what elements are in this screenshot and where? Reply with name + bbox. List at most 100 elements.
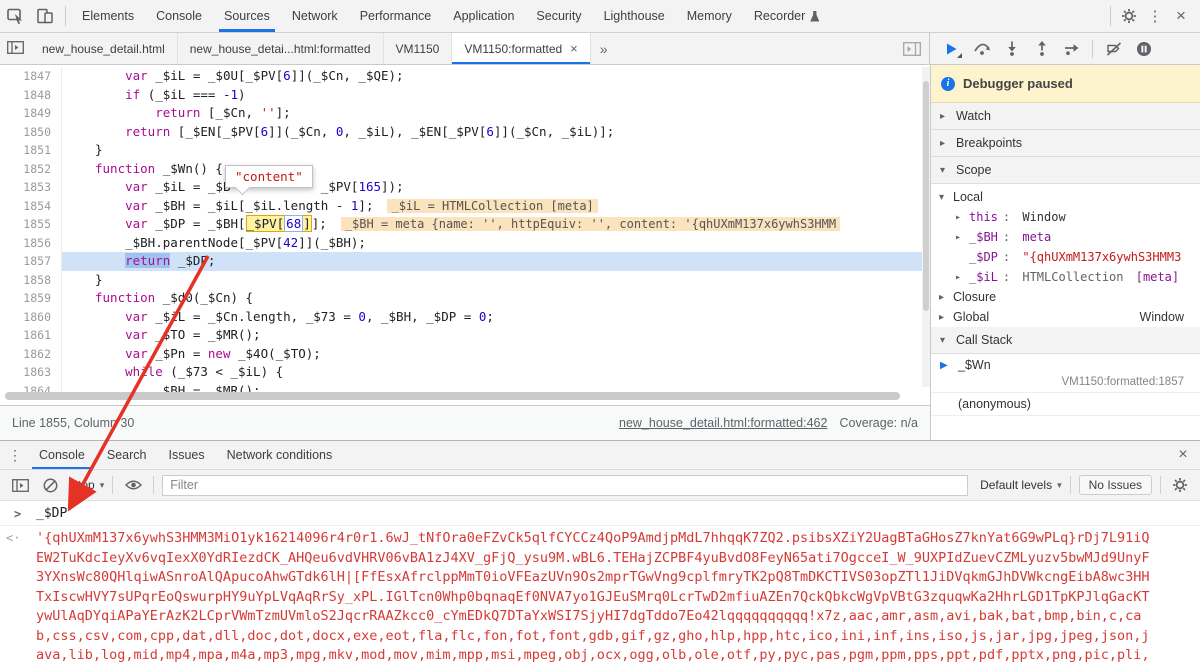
close-devtools-icon[interactable]: × xyxy=(1168,3,1194,29)
file-tab-new-house-detai-html-formatted[interactable]: new_house_detai...html:formatted xyxy=(178,33,384,64)
console-settings-gear-icon[interactable] xyxy=(1169,472,1191,498)
code-line-text[interactable]: return [_$EN[_$PV[6]](_$Cn, 0, _$iL), _$… xyxy=(62,123,930,142)
scope-group-closure[interactable]: ▸ Closure xyxy=(931,287,1200,307)
scope-var-this[interactable]: ▸ this: Window xyxy=(931,207,1200,227)
line-number[interactable]: 1850 xyxy=(0,122,62,141)
line-number[interactable]: 1860 xyxy=(0,307,62,326)
live-expression-eye-icon[interactable] xyxy=(121,472,145,498)
line-number[interactable]: 1853 xyxy=(0,178,62,197)
main-tab-elements[interactable]: Elements xyxy=(71,0,145,32)
line-number[interactable]: 1856 xyxy=(0,233,62,252)
code-line-text[interactable]: } xyxy=(62,271,930,290)
inspect-element-icon[interactable] xyxy=(0,2,30,30)
step-over-icon[interactable] xyxy=(968,36,995,62)
code-line-text[interactable]: return [_$Cn, '']; xyxy=(62,104,930,123)
console-result-row[interactable]: <· '{qhUXmM137x6ywhS3HMM3MiO1yk16214096r… xyxy=(0,526,1200,667)
main-tab-performance[interactable]: Performance xyxy=(349,0,443,32)
code-line-text[interactable]: function _$d0(_$Cn) { xyxy=(62,289,930,308)
line-number[interactable]: 1852 xyxy=(0,159,62,178)
caret-right-icon: ▸ xyxy=(940,110,946,122)
scope-var-bh[interactable]: ▸ _$BH: meta xyxy=(931,227,1200,247)
line-number[interactable]: 1855 xyxy=(0,215,62,234)
code-line-text[interactable]: var _$Pn = new _$4O(_$TO); xyxy=(62,345,930,364)
line-number[interactable]: 1848 xyxy=(0,85,62,104)
line-number[interactable]: 1858 xyxy=(0,270,62,289)
main-tab-security[interactable]: Security xyxy=(525,0,592,32)
toggle-navigator-icon[interactable] xyxy=(0,33,30,61)
tab-overflow-icon[interactable]: » xyxy=(591,33,617,64)
settings-gear-icon[interactable] xyxy=(1116,3,1142,29)
issues-counter[interactable]: No Issues xyxy=(1078,475,1152,495)
editor-horizontal-scrollbar[interactable] xyxy=(5,392,900,400)
main-tab-console[interactable]: Console xyxy=(145,0,213,32)
scope-var-il[interactable]: ▸ _$iL: HTMLCollection [meta] xyxy=(931,267,1200,287)
editor-vertical-scrollbar[interactable] xyxy=(922,67,930,387)
close-drawer-icon[interactable]: × xyxy=(1168,441,1198,469)
code-line-text[interactable]: var _$BH = _$iL[_$iL.length - 1]; _$iL = … xyxy=(62,197,930,216)
drawer-tab-search[interactable]: Search xyxy=(96,441,158,469)
filter-input[interactable] xyxy=(162,474,969,496)
section-watch[interactable]: ▸ Watch xyxy=(931,103,1200,130)
call-stack-frame-anonymous[interactable]: (anonymous) xyxy=(931,393,1200,416)
main-tab-sources[interactable]: Sources xyxy=(213,0,281,32)
code-line-text[interactable]: } xyxy=(62,141,930,160)
step-out-icon[interactable] xyxy=(1028,36,1055,62)
line-number[interactable]: 1847 xyxy=(0,67,62,86)
code-lines[interactable]: 1847 var _$iL = _$0U[_$PV[6]](_$Cn, _$QE… xyxy=(0,65,930,400)
section-scope[interactable]: ▾ Scope xyxy=(931,157,1200,184)
pause-on-exceptions-icon[interactable] xyxy=(1130,36,1157,62)
tab-close-icon[interactable]: × xyxy=(570,41,578,56)
scope-var-dp[interactable]: _$DP: "{qhUXmM137x6ywhS3HMM3 xyxy=(931,247,1200,267)
device-toolbar-icon[interactable] xyxy=(30,2,60,30)
code-line-text[interactable]: return _$DP; xyxy=(62,252,930,271)
caret-right-icon: ▸ xyxy=(939,311,945,323)
scope-group-global[interactable]: ▸ Global Window xyxy=(931,307,1200,327)
main-tab-lighthouse[interactable]: Lighthouse xyxy=(593,0,676,32)
step-icon[interactable] xyxy=(1058,36,1085,62)
code-line-text[interactable]: if (_$iL === -1) xyxy=(62,86,930,105)
step-into-icon[interactable] xyxy=(998,36,1025,62)
code-line-text[interactable]: var _$TO = _$MR(); xyxy=(62,326,930,345)
main-tab-label: Application xyxy=(453,9,515,23)
drawer-menu-icon[interactable]: ⋮ xyxy=(2,441,28,469)
line-number[interactable]: 1857 xyxy=(0,252,62,271)
drawer-tab-network-conditions[interactable]: Network conditions xyxy=(216,441,344,469)
file-tab-new-house-detail-html[interactable]: new_house_detail.html xyxy=(30,33,178,64)
main-tab-memory[interactable]: Memory xyxy=(676,0,743,32)
drawer-tab-issues[interactable]: Issues xyxy=(157,441,215,469)
line-number[interactable]: 1849 xyxy=(0,104,62,123)
line-number[interactable]: 1863 xyxy=(0,363,62,382)
code-line-text[interactable]: while (_$73 < _$iL) { xyxy=(62,363,930,382)
file-tab-vm1150-formatted[interactable]: VM1150:formatted × xyxy=(452,33,591,64)
code-line-text[interactable]: _$BH.parentNode[_$PV[42]](_$BH); xyxy=(62,234,930,253)
code-line-text[interactable]: function _$Wn() { xyxy=(62,160,930,179)
context-selector[interactable]: top ▾ xyxy=(78,478,104,492)
line-number[interactable]: 1851 xyxy=(0,141,62,160)
line-number[interactable]: 1862 xyxy=(0,344,62,363)
deactivate-breakpoints-icon[interactable] xyxy=(1100,36,1127,62)
file-tab-vm1150[interactable]: VM1150 xyxy=(384,33,453,64)
code-line-text[interactable]: var _$DP = _$BH[_$PV[68]]; _$BH = meta {n… xyxy=(62,215,930,234)
code-line-text[interactable]: var _$iL = _$Cn.length, _$73 = 0, _$BH, … xyxy=(62,308,930,327)
scope-group-local[interactable]: ▾ Local xyxy=(931,187,1200,207)
line-number[interactable]: 1859 xyxy=(0,289,62,308)
clear-console-icon[interactable] xyxy=(39,472,61,498)
main-tab-network[interactable]: Network xyxy=(281,0,349,32)
section-call-stack[interactable]: ▾ Call Stack xyxy=(931,327,1200,354)
line-number[interactable]: 1854 xyxy=(0,196,62,215)
toggle-debugger-sidebar-icon[interactable] xyxy=(903,33,929,64)
code-line-text[interactable]: var _$iL = _$B _$PV[165]); xyxy=(62,178,930,197)
main-tab-recorder[interactable]: Recorder xyxy=(743,0,830,32)
paused-location-link[interactable]: new_house_detail.html:formatted:462 xyxy=(619,416,827,430)
log-levels-selector[interactable]: Default levels ▾ xyxy=(980,478,1062,492)
main-tab-application[interactable]: Application xyxy=(442,0,525,32)
resume-script-icon[interactable] xyxy=(938,36,965,62)
call-stack-frame-wn[interactable]: ▶ _$Wn VM1150:formatted:1857 xyxy=(931,354,1200,393)
section-breakpoints[interactable]: ▸ Breakpoints xyxy=(931,130,1200,157)
more-options-icon[interactable]: ⋮ xyxy=(1142,3,1168,29)
code-line-text[interactable]: var _$iL = _$0U[_$PV[6]](_$Cn, _$QE); xyxy=(62,67,930,86)
console-command-row[interactable]: > _$DP xyxy=(0,501,1200,526)
drawer-tab-console[interactable]: Console xyxy=(28,441,96,469)
console-sidebar-icon[interactable] xyxy=(9,472,31,498)
line-number[interactable]: 1861 xyxy=(0,326,62,345)
